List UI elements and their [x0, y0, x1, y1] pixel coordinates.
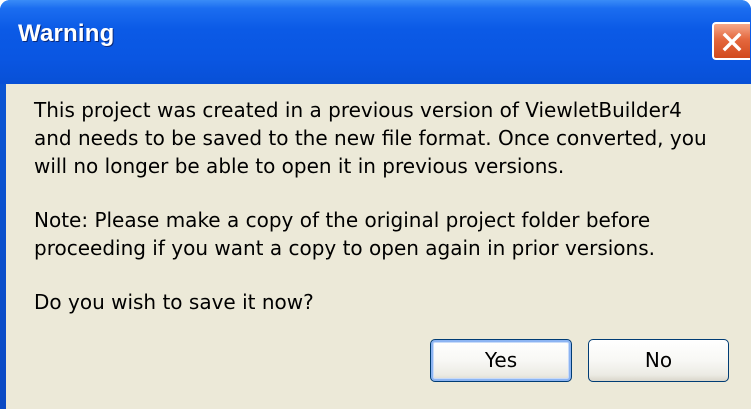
yes-button[interactable]: Yes: [430, 339, 572, 382]
message-paragraph: This project was created in a previous v…: [34, 98, 707, 178]
note-paragraph: Note: Please make a copy of the original…: [34, 208, 655, 260]
close-icon: [722, 32, 742, 52]
dialog-title: Warning: [18, 20, 115, 47]
question-text: Do you wish to save it now?: [34, 290, 314, 314]
warning-dialog: Warning This project was created in a pr…: [0, 0, 751, 409]
close-button[interactable]: [712, 22, 750, 60]
no-button[interactable]: No: [588, 339, 729, 382]
dialog-body: This project was created in a previous v…: [6, 84, 751, 409]
title-bar[interactable]: Warning: [0, 0, 751, 84]
